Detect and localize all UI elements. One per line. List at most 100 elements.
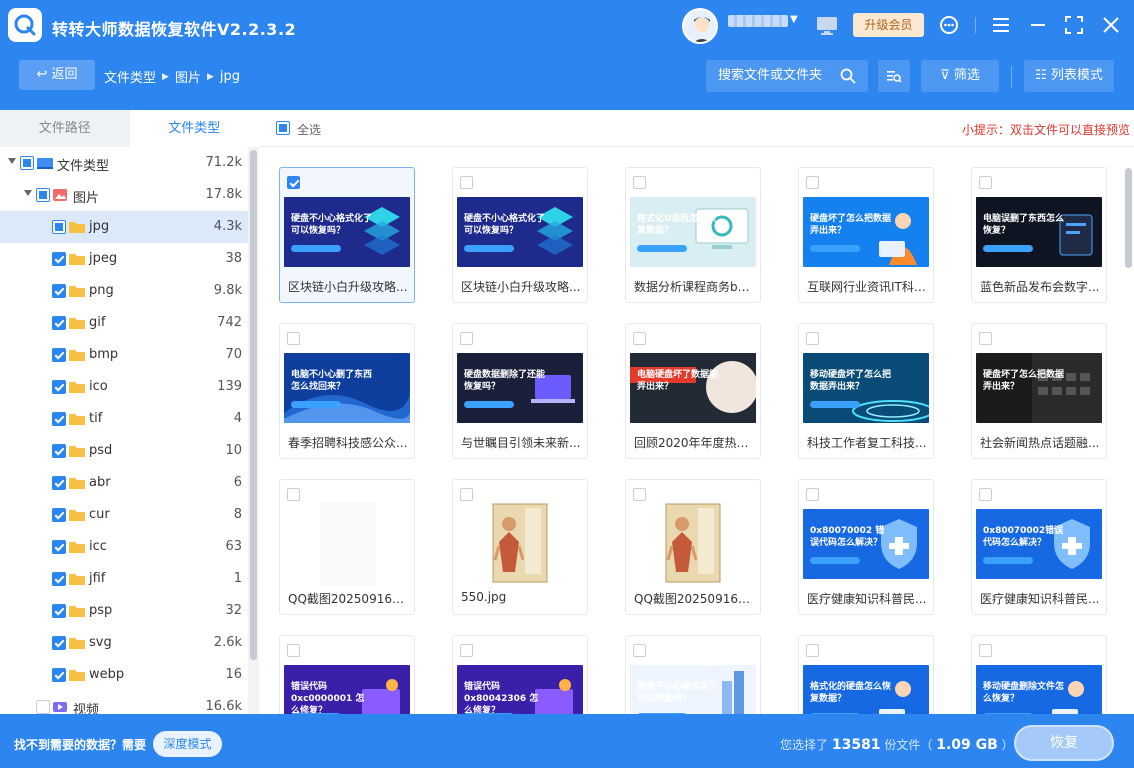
tree-item-jpeg[interactable]: jpeg 38 (0, 243, 248, 275)
tree-item-svg[interactable]: svg 2.6k (0, 627, 248, 659)
file-thumbnail[interactable]: 0x80070002错误代码怎么解决？ (976, 509, 1102, 579)
filter-button[interactable]: ⊽ 筛选 (921, 60, 999, 92)
tree-expand-icon[interactable] (24, 190, 32, 196)
file-thumbnail[interactable]: 移动硬盘坏了怎么把数据弄出来？ (803, 353, 929, 423)
breadcrumb-item-image[interactable]: 图片 (175, 67, 201, 86)
file-checkbox[interactable] (806, 488, 819, 501)
minimize-icon[interactable] (1027, 14, 1049, 36)
tree-item-文件类型[interactable]: 文件类型 71.2k (0, 147, 248, 179)
tree-checkbox[interactable] (52, 604, 66, 618)
tree-checkbox[interactable] (52, 444, 66, 458)
file-checkbox[interactable] (460, 488, 473, 501)
tree-checkbox[interactable] (52, 540, 66, 554)
file-checkbox[interactable] (460, 176, 473, 189)
tree-item-psd[interactable]: psd 10 (0, 435, 248, 467)
tree-checkbox[interactable] (52, 668, 66, 682)
file-thumbnail[interactable]: 移动硬盘删除文件怎么恢复？ (976, 665, 1102, 714)
tree-checkbox[interactable] (52, 476, 66, 490)
file-card[interactable]: 硬盘不小心格式化了可以恢复吗？ (625, 635, 761, 714)
tree-item-gif[interactable]: gif 742 (0, 307, 248, 339)
file-thumbnail[interactable]: 格式化的硬盘怎么恢复数据？ (803, 665, 929, 714)
search-icon[interactable] (840, 68, 856, 84)
file-thumbnail[interactable]: 硬盘不小心格式化了可以恢复吗？ (630, 665, 756, 714)
close-icon[interactable] (1100, 14, 1122, 36)
file-checkbox[interactable] (806, 644, 819, 657)
file-card[interactable]: 错误代码 0x80042306 怎么修复？ (452, 635, 588, 714)
tree-checkbox[interactable] (52, 284, 66, 298)
file-card[interactable]: 电脑不小心删了东西怎么找回来？ 春季招聘科技感公众... (279, 323, 415, 459)
recover-button[interactable]: 恢复 (1014, 725, 1114, 761)
tab-file-path[interactable]: 文件路径 (0, 110, 130, 147)
tree-checkbox[interactable] (20, 156, 34, 170)
tree-item-tif[interactable]: tif 4 (0, 403, 248, 435)
file-thumbnail[interactable] (284, 502, 410, 586)
tree-item-视频[interactable]: 视频 16.6k (0, 691, 248, 714)
select-all-label[interactable]: 全选 (297, 121, 321, 138)
tree-item-jpg[interactable]: jpg 4.3k (0, 211, 248, 243)
tree-item-ico[interactable]: ico 139 (0, 371, 248, 403)
file-thumbnail[interactable]: 硬盘不小心格式化了可以恢复吗？ (284, 197, 410, 267)
file-thumbnail[interactable]: 错误代码 0xc0000001 怎么修复？ (284, 665, 410, 714)
file-card[interactable]: 移动硬盘坏了怎么把数据弄出来？ 科技工作者复工科技... (798, 323, 934, 459)
tree-checkbox[interactable] (52, 316, 66, 330)
file-thumbnail[interactable]: 硬盘数据删除了还能恢复吗？ (457, 353, 583, 423)
file-card[interactable]: 硬盘坏了怎么把数据弄出来？ 互联网行业资讯IT科技... (798, 167, 934, 303)
file-card[interactable]: 0x80070002 错误代码怎么解决？ 医疗健康知识科普民... (798, 479, 934, 615)
file-card[interactable]: 电脑硬盘坏了数据能弄出来？ 回顾2020年年度热词... (625, 323, 761, 459)
file-checkbox[interactable] (287, 176, 300, 189)
back-button[interactable]: ↩ 返回 (19, 60, 95, 90)
tree-checkbox[interactable] (52, 572, 66, 586)
file-checkbox[interactable] (979, 488, 992, 501)
tree-item-图片[interactable]: 图片 17.8k (0, 179, 248, 211)
user-avatar[interactable] (682, 8, 718, 44)
tree-checkbox[interactable] (52, 348, 66, 362)
tree-item-icc[interactable]: icc 63 (0, 531, 248, 563)
tree-item-cur[interactable]: cur 8 (0, 499, 248, 531)
file-thumbnail[interactable]: 硬盘坏了怎么把数据弄出来？ (803, 197, 929, 267)
file-checkbox[interactable] (806, 176, 819, 189)
file-checkbox[interactable] (287, 332, 300, 345)
file-thumbnail[interactable] (630, 502, 756, 586)
breadcrumb-item-file-type[interactable]: 文件类型 (104, 67, 156, 86)
user-menu-caret-icon[interactable]: ▼ (790, 14, 798, 25)
tree-checkbox[interactable] (36, 188, 50, 202)
file-checkbox[interactable] (287, 644, 300, 657)
username-masked[interactable] (728, 15, 788, 27)
tree-checkbox[interactable] (52, 252, 66, 266)
tree-checkbox[interactable] (52, 380, 66, 394)
file-checkbox[interactable] (979, 332, 992, 345)
file-thumbnail[interactable]: 格式化U盘后怎么恢复数据？ (630, 197, 756, 267)
tree-checkbox[interactable] (52, 412, 66, 426)
tree-checkbox[interactable] (52, 508, 66, 522)
tree-checkbox[interactable] (52, 636, 66, 650)
tree-item-abr[interactable]: abr 6 (0, 467, 248, 499)
tree-item-psp[interactable]: psp 32 (0, 595, 248, 627)
maximize-icon[interactable] (1063, 14, 1085, 36)
select-all-checkbox[interactable] (276, 121, 290, 135)
file-thumbnail[interactable]: 硬盘不小心格式化了可以恢复吗？ (457, 197, 583, 267)
tree-item-png[interactable]: png 9.8k (0, 275, 248, 307)
support-icon[interactable] (938, 14, 960, 36)
file-card[interactable]: 硬盘不小心格式化了可以恢复吗？ 区块链小白升级攻略... (452, 167, 588, 303)
file-card[interactable]: 移动硬盘删除文件怎么恢复？ (971, 635, 1107, 714)
monitor-icon[interactable] (816, 16, 838, 36)
file-checkbox[interactable] (633, 332, 646, 345)
file-card[interactable]: 错误代码 0xc0000001 怎么修复？ (279, 635, 415, 714)
file-card[interactable]: 硬盘不小心格式化了可以恢复吗？ 区块链小白升级攻略... (279, 167, 415, 303)
tree-item-bmp[interactable]: bmp 70 (0, 339, 248, 371)
file-card[interactable]: 硬盘坏了怎么把数据弄出来？ 社会新闻热点话题融... (971, 323, 1107, 459)
upgrade-vip-button[interactable]: 升级会员 (853, 13, 924, 37)
file-card[interactable]: QQ截图2025091616... (625, 479, 761, 615)
tree-checkbox[interactable] (36, 700, 50, 714)
tree-item-webp[interactable]: webp 16 (0, 659, 248, 691)
file-checkbox[interactable] (633, 488, 646, 501)
file-thumbnail[interactable]: 电脑硬盘坏了数据能弄出来？ (630, 353, 756, 423)
tree-expand-icon[interactable] (8, 158, 16, 164)
file-thumbnail[interactable]: 电脑误删了东西怎么恢复？ (976, 197, 1102, 267)
file-card[interactable]: QQ截图2025091617... (279, 479, 415, 615)
file-thumbnail[interactable]: 电脑不小心删了东西怎么找回来？ (284, 353, 410, 423)
file-checkbox[interactable] (460, 644, 473, 657)
search-input[interactable]: 搜索文件或文件夹 (706, 60, 868, 92)
file-card[interactable]: 格式化的硬盘怎么恢复数据？ (798, 635, 934, 714)
file-card[interactable]: 硬盘数据删除了还能恢复吗？ 与世瞩目引领未来新... (452, 323, 588, 459)
